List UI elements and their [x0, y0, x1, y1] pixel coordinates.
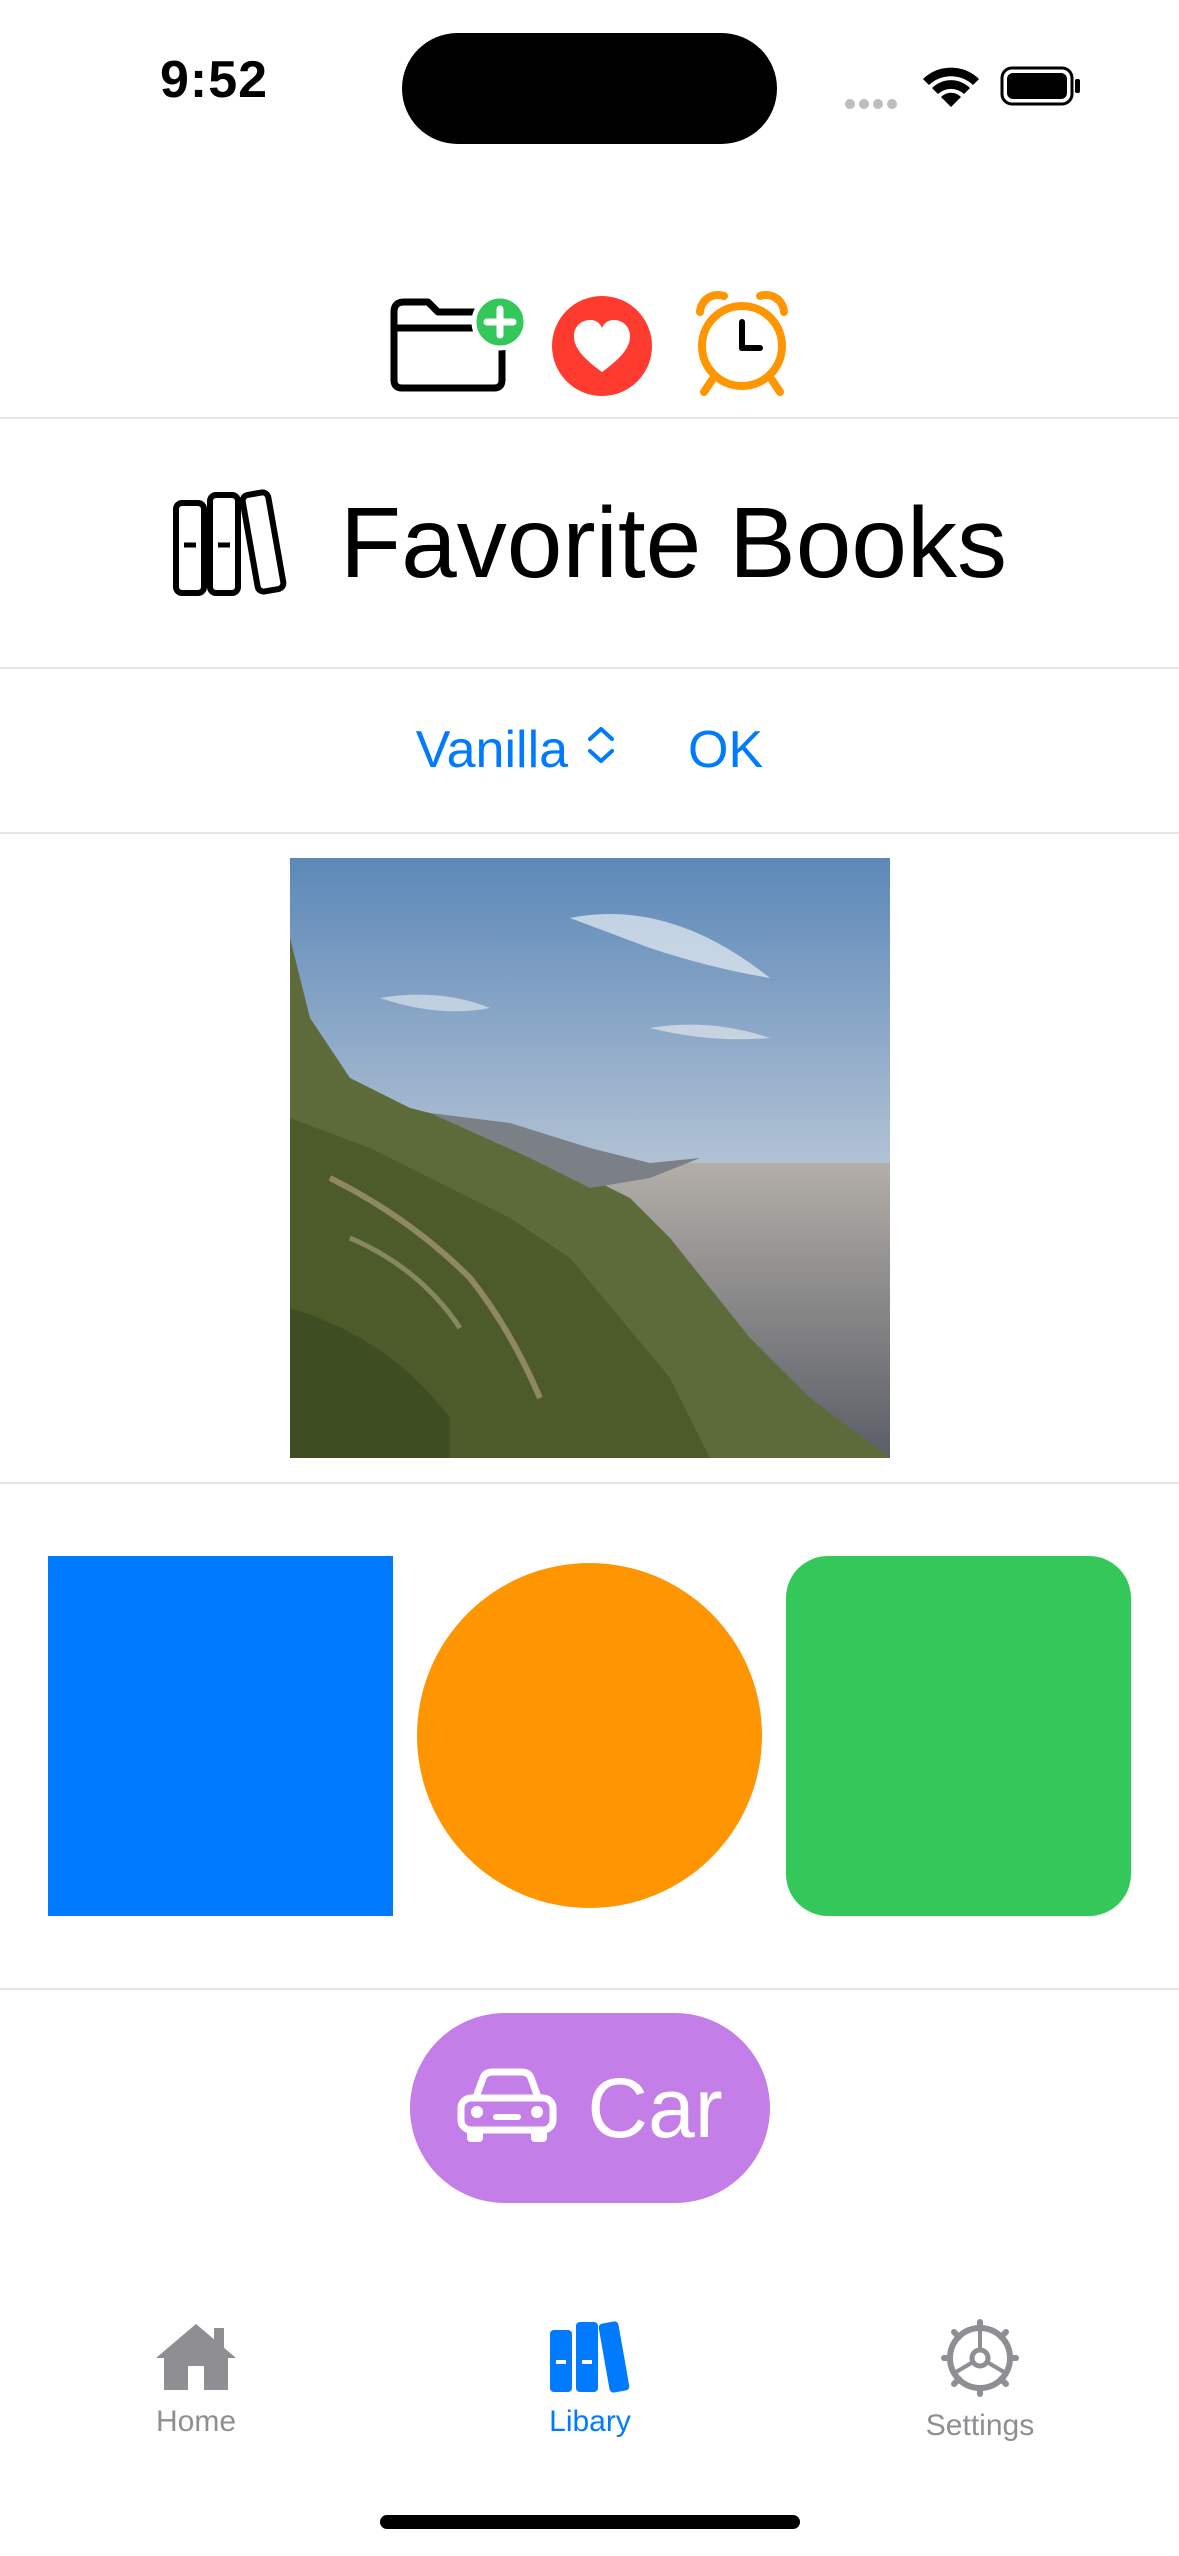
home-indicator	[380, 2515, 800, 2529]
flavor-picker[interactable]: Vanilla	[416, 720, 618, 780]
controls-row: Vanilla OK	[0, 670, 1179, 830]
car-button-label: Car	[587, 2060, 723, 2155]
books-icon	[546, 2318, 634, 2399]
car-button[interactable]: Car	[410, 2013, 770, 2203]
green-rounded-square	[786, 1556, 1131, 1916]
dynamic-island	[402, 33, 777, 144]
status-time: 9:52	[160, 51, 269, 109]
blue-square	[48, 1556, 393, 1916]
tab-label: Libary	[549, 2405, 631, 2438]
landscape-photo	[290, 858, 890, 1458]
battery-icon	[1000, 66, 1082, 111]
tab-settings[interactable]: Settings	[860, 2318, 1100, 2443]
tab-library[interactable]: Libary	[470, 2318, 710, 2439]
gear-icon	[940, 2318, 1020, 2403]
picker-value: Vanilla	[415, 721, 569, 779]
divider	[0, 667, 1179, 669]
page-title: Favorite Books	[340, 486, 1007, 599]
tab-label: Home	[155, 2405, 237, 2438]
car-icon	[457, 2066, 557, 2151]
divider	[0, 832, 1179, 834]
ok-button[interactable]: OK	[688, 720, 763, 780]
chevron-up-down-icon	[584, 720, 618, 780]
cellular-signal-icon	[845, 96, 905, 109]
folder-add-icon[interactable]	[388, 288, 529, 403]
alarm-icon[interactable]	[690, 288, 794, 403]
heart-icon[interactable]	[550, 294, 654, 403]
divider	[0, 1482, 1179, 1484]
page-header: Favorite Books	[0, 418, 1179, 668]
divider	[0, 1988, 1179, 1990]
orange-circle	[417, 1563, 762, 1908]
tab-label: Settings	[925, 2409, 1035, 2442]
wifi-icon	[921, 63, 981, 114]
books-icon	[172, 485, 300, 602]
house-icon	[152, 2318, 240, 2399]
tab-home[interactable]: Home	[76, 2318, 316, 2439]
